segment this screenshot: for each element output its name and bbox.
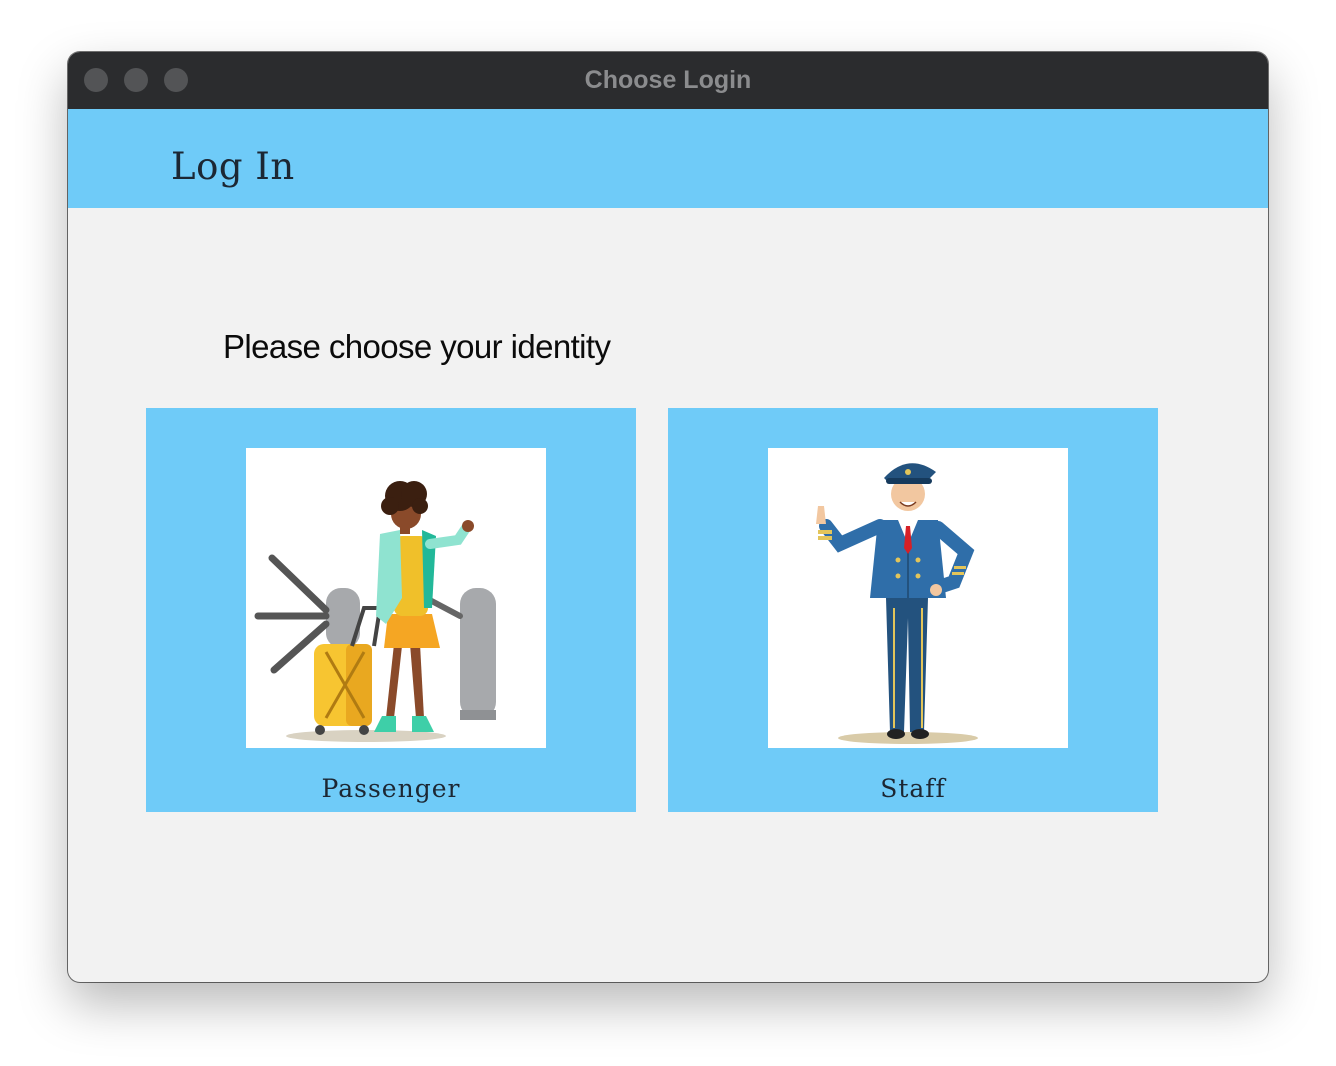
app-window: Choose Login Log In Please choose your i… [68, 52, 1268, 982]
page-title: Log In [171, 145, 295, 188]
passenger-label: Passenger [321, 774, 461, 803]
passenger-button[interactable]: Passenger [146, 408, 636, 812]
staff-button[interactable]: Staff [668, 408, 1158, 812]
pilot-illustration[interactable] [768, 448, 1068, 748]
window-title: Choose Login [584, 66, 752, 94]
title-bar[interactable]: Choose Login [68, 52, 1268, 109]
passenger-illustration[interactable] [246, 448, 546, 748]
identity-prompt: Please choose your identity [223, 328, 611, 365]
staff-label: Staff [880, 774, 946, 803]
header-banner: Log In [68, 109, 1268, 208]
